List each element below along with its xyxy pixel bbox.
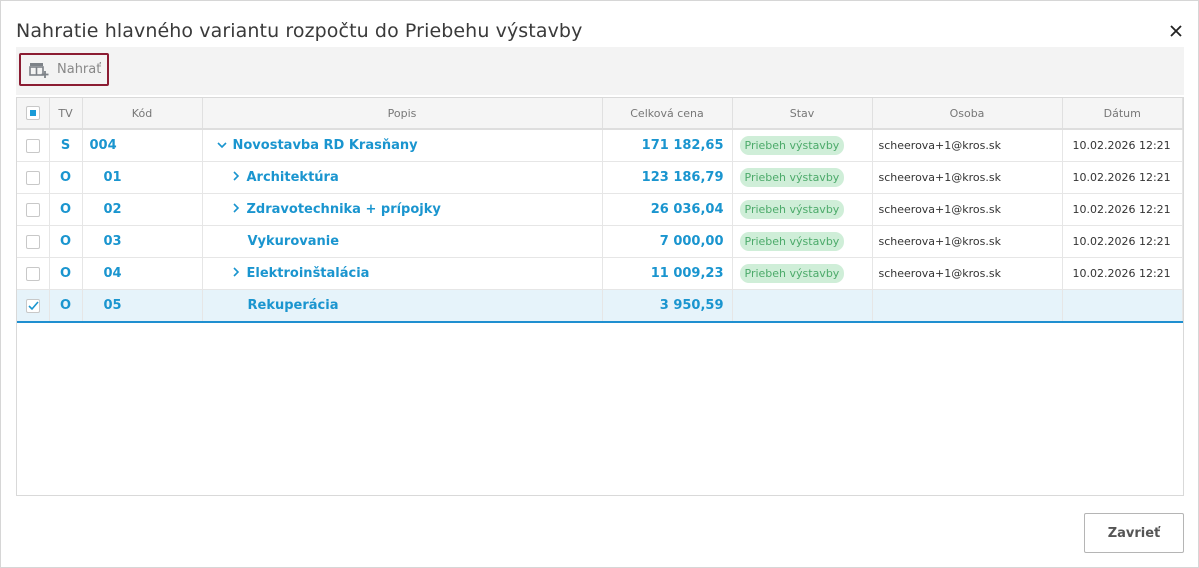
tv-cell: O: [49, 193, 83, 226]
load-button[interactable]: Nahrať: [19, 53, 109, 86]
person-cell: [872, 289, 1063, 323]
status-badge: Priebeh výstavby: [739, 264, 845, 283]
row-select-cell[interactable]: [17, 225, 50, 258]
status-cell: Priebeh výstavby: [732, 129, 873, 162]
load-button-label: Nahrať: [57, 62, 102, 77]
chevron-right-icon[interactable]: [230, 170, 243, 185]
table-row[interactable]: O 02 Zdravotechnika + prípojky 26 036,04…: [17, 193, 1183, 226]
status-badge: Priebeh výstavby: [739, 200, 845, 219]
description-text: Zdravotechnika + prípojky: [246, 202, 441, 217]
table-add-icon: [29, 61, 49, 79]
date-cell: 10.02.2026 12:21: [1062, 225, 1183, 258]
status-cell: Priebeh výstavby: [732, 161, 873, 194]
price-cell: 26 036,04: [602, 193, 733, 226]
status-cell: [732, 289, 873, 323]
tv-cell: O: [49, 289, 83, 323]
column-header-status[interactable]: Stav: [732, 98, 873, 130]
description-cell: Architektúra: [202, 161, 603, 194]
toolbar: Nahrať: [16, 47, 1184, 95]
row-checkbox[interactable]: [25, 202, 40, 217]
row-checkbox[interactable]: [25, 266, 40, 281]
column-header-date[interactable]: Dátum: [1062, 98, 1183, 130]
select-all-cell[interactable]: [17, 98, 50, 130]
row-checkbox[interactable]: [25, 234, 40, 249]
table-row[interactable]: O 01 Architektúra 123 186,79 Priebeh výs…: [17, 161, 1183, 194]
table-header: TV Kód Popis Celková cena Stav Osoba Dát…: [17, 98, 1183, 130]
code-cell: 03: [82, 225, 203, 258]
status-cell: Priebeh výstavby: [732, 225, 873, 258]
row-checkbox[interactable]: [25, 138, 40, 153]
chevron-right-icon[interactable]: [230, 202, 243, 217]
date-cell: 10.02.2026 12:21: [1062, 257, 1183, 290]
column-header-price[interactable]: Celková cena: [602, 98, 733, 130]
date-cell: 10.02.2026 12:21: [1062, 161, 1183, 194]
row-select-cell[interactable]: [17, 129, 50, 162]
description-text: Elektroinštalácia: [246, 266, 370, 281]
tv-cell: O: [49, 161, 83, 194]
tv-cell: O: [49, 257, 83, 290]
row-select-cell[interactable]: [17, 257, 50, 290]
code-cell: 01: [82, 161, 203, 194]
status-badge: Priebeh výstavby: [739, 232, 845, 251]
row-checkbox-checked[interactable]: [25, 298, 40, 313]
description-cell: Novostavba RD Krasňany: [202, 129, 603, 162]
price-cell: 7 000,00: [602, 225, 733, 258]
close-icon[interactable]: [1168, 23, 1184, 39]
code-cell: 004: [82, 129, 203, 162]
chevron-down-icon[interactable]: [216, 138, 229, 153]
column-header-person[interactable]: Osoba: [872, 98, 1063, 130]
date-cell: 10.02.2026 12:21: [1062, 129, 1183, 162]
description-cell: Rekuperácia: [202, 289, 603, 323]
description-text: Vykurovanie: [247, 234, 340, 249]
person-cell: scheerova+1@kros.sk: [872, 193, 1063, 226]
description-text: Rekuperácia: [247, 298, 339, 313]
price-cell: 3 950,59: [602, 289, 733, 323]
row-checkbox[interactable]: [25, 170, 40, 185]
budget-grid: TV Kód Popis Celková cena Stav Osoba Dát…: [16, 97, 1184, 496]
column-header-code[interactable]: Kód: [82, 98, 203, 130]
description-text: Novostavba RD Krasňany: [232, 138, 418, 153]
column-header-description[interactable]: Popis: [202, 98, 603, 130]
date-cell: [1062, 289, 1183, 323]
table-row[interactable]: O 04 Elektroinštalácia 11 009,23 Priebeh…: [17, 257, 1183, 290]
status-cell: Priebeh výstavby: [732, 257, 873, 290]
budget-table: TV Kód Popis Celková cena Stav Osoba Dát…: [17, 98, 1183, 323]
table-row[interactable]: S 004 Novostavba RD Krasňany 171 182,65 …: [17, 129, 1183, 162]
table-row[interactable]: O 03 Vykurovanie 7 000,00 Priebeh výstav…: [17, 225, 1183, 258]
row-select-cell[interactable]: [17, 289, 50, 323]
status-badge: Priebeh výstavby: [739, 168, 845, 187]
description-cell: Vykurovanie: [202, 225, 603, 258]
price-cell: 123 186,79: [602, 161, 733, 194]
code-cell: 05: [82, 289, 203, 323]
description-cell: Zdravotechnika + prípojky: [202, 193, 603, 226]
status-badge: Priebeh výstavby: [739, 136, 845, 155]
person-cell: scheerova+1@kros.sk: [872, 129, 1063, 162]
row-select-cell[interactable]: [17, 161, 50, 194]
row-select-cell[interactable]: [17, 193, 50, 226]
price-cell: 171 182,65: [602, 129, 733, 162]
tv-cell: S: [49, 129, 83, 162]
description-cell: Elektroinštalácia: [202, 257, 603, 290]
person-cell: scheerova+1@kros.sk: [872, 225, 1063, 258]
close-button[interactable]: Zavrieť: [1084, 513, 1184, 553]
chevron-right-icon[interactable]: [230, 266, 243, 281]
table-row-selected[interactable]: O 05 Rekuperácia 3 950,59: [17, 289, 1183, 323]
dialog: Nahratie hlavného variantu rozpočtu do P…: [0, 0, 1199, 568]
select-all-checkbox[interactable]: [25, 106, 40, 120]
status-cell: Priebeh výstavby: [732, 193, 873, 226]
person-cell: scheerova+1@kros.sk: [872, 257, 1063, 290]
tv-cell: O: [49, 225, 83, 258]
person-cell: scheerova+1@kros.sk: [872, 161, 1063, 194]
price-cell: 11 009,23: [602, 257, 733, 290]
code-cell: 04: [82, 257, 203, 290]
description-text: Architektúra: [246, 170, 339, 185]
dialog-title: Nahratie hlavného variantu rozpočtu do P…: [16, 20, 583, 42]
column-header-tv[interactable]: TV: [49, 98, 83, 130]
date-cell: 10.02.2026 12:21: [1062, 193, 1183, 226]
code-cell: 02: [82, 193, 203, 226]
